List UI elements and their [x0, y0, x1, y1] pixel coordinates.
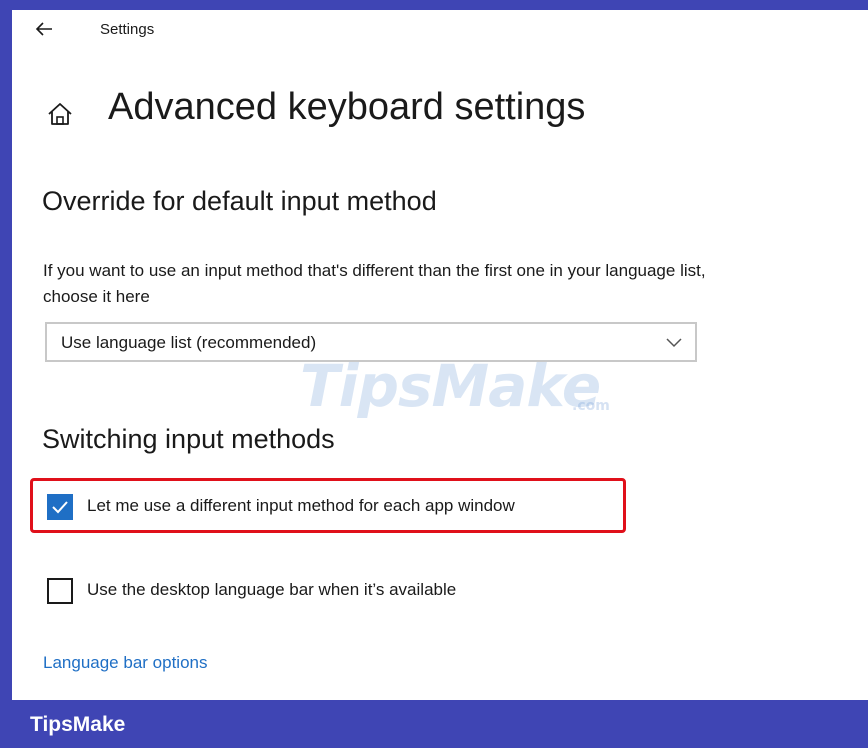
back-arrow-icon [35, 22, 52, 36]
app-title: Settings [100, 21, 155, 38]
override-section-title: Override for default input method [42, 186, 437, 216]
desktop-language-bar-checkbox[interactable] [47, 578, 73, 604]
per-app-input-checkbox[interactable] [47, 494, 73, 520]
override-description: If you want to use an input method that'… [43, 261, 706, 306]
brand-footer: TipsMake [0, 700, 868, 748]
home-icon [48, 103, 72, 125]
input-method-dropdown[interactable]: Use language list (recommended) [45, 322, 697, 362]
dropdown-selected-value: Use language list (recommended) [61, 333, 317, 352]
brand-logo-text: TipsMake [30, 713, 126, 736]
chevron-down-icon [666, 338, 682, 348]
page-title: Advanced keyboard settings [108, 86, 586, 128]
switching-section-title: Switching input methods [42, 424, 335, 454]
checkmark-icon [52, 501, 68, 514]
per-app-input-label: Let me use a different input method for … [87, 496, 515, 515]
watermark-logo: TipsMake [300, 352, 601, 420]
back-button[interactable] [32, 16, 58, 42]
language-bar-options-link[interactable]: Language bar options [43, 653, 207, 673]
watermark-suffix: .com [572, 398, 610, 414]
desktop-language-bar-label: Use the desktop language bar when it’s a… [87, 580, 457, 599]
title-bar: Settings [12, 10, 868, 54]
settings-window: Settings Advanced keyboard settings Over… [12, 10, 868, 700]
